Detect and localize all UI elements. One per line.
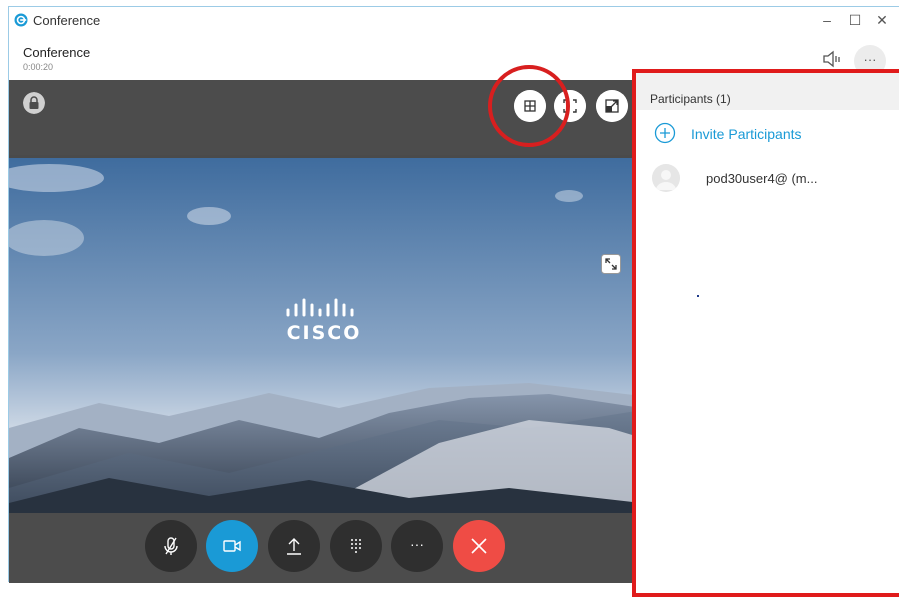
speaker-icon[interactable] [821,48,843,70]
participants-panel: Participants (1) Invite Participants pod… [632,70,899,598]
close-button[interactable]: ✕ [872,11,892,29]
participants-header: Participants (1) [632,70,899,110]
participant-item[interactable]: pod30user4@ (m... [652,164,892,192]
more-icon: ··· [410,536,424,552]
invite-participants-button[interactable]: Invite Participants [654,122,894,146]
call-controls-bar: ··· [9,513,642,583]
call-timer: 0:00:20 [23,62,54,72]
conference-title: Conference [23,45,91,60]
minimize-button[interactable]: – [817,11,837,29]
participants-title: Participants (1) [650,92,731,106]
maximize-button[interactable]: ☐ [845,11,865,29]
mute-mic-icon [164,537,178,555]
video-area: CISCO ··· [9,80,642,583]
video-button[interactable] [206,520,258,572]
cisco-bars-icon [286,298,354,317]
fullscreen-icon[interactable] [554,90,586,122]
invite-plus-icon [654,122,676,144]
end-call-icon [471,538,487,554]
remote-video: CISCO [9,158,642,513]
popout-icon[interactable] [596,90,628,122]
grid-layout-icon[interactable] [514,90,546,122]
app-icon [14,13,28,27]
share-button[interactable] [268,520,320,572]
app-title: Conference [33,13,101,28]
cisco-logo: CISCO [279,298,379,348]
invite-participants-label: Invite Participants [691,126,802,142]
video-top-bar [9,80,642,155]
lock-icon[interactable] [23,92,45,114]
share-upload-icon [287,538,301,555]
participant-name: pod30user4@ (m... [706,171,818,186]
avatar-icon [652,164,680,192]
cisco-wordmark: CISCO [286,322,362,344]
expand-icon[interactable] [601,254,621,274]
mute-mic-button[interactable] [145,520,197,572]
dialpad-button[interactable] [330,520,382,572]
stray-dot [697,295,699,297]
more-controls-button[interactable]: ··· [391,520,443,572]
avatar [652,164,680,192]
title-bar: Conference – ☐ ✕ [9,7,899,33]
end-call-button[interactable] [453,520,505,572]
video-camera-icon [223,540,241,552]
dialpad-icon [351,539,361,553]
